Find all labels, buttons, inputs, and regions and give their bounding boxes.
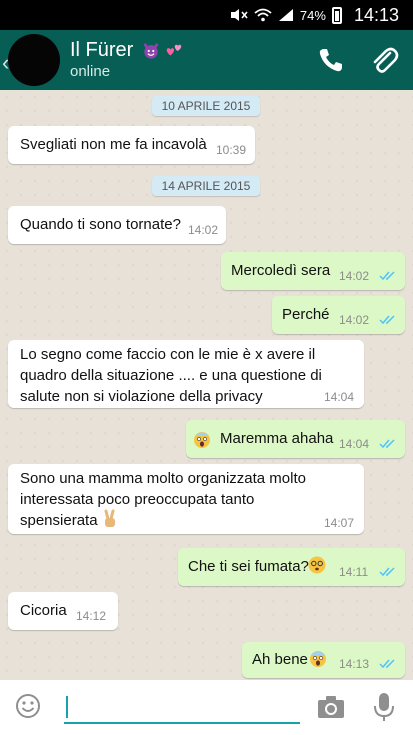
- message-text: Ah bene: [252, 651, 308, 668]
- message-text: Mercoledì sera: [231, 262, 331, 279]
- message-incoming[interactable]: Svegliati non me fa incavolà 10:39: [8, 126, 255, 164]
- message-time: 14:02: [188, 223, 219, 237]
- smiling-devil-emoji-icon: [143, 43, 159, 59]
- contact-name-row[interactable]: Il Fürer: [70, 39, 183, 62]
- message-text: Perché: [282, 306, 330, 323]
- message-outgoing[interactable]: Mercoledì sera 14:02: [221, 252, 405, 290]
- message-line: quadro della situazione .... e una quest…: [20, 367, 322, 384]
- message-input[interactable]: [64, 696, 300, 724]
- message-incoming[interactable]: Quando ti sono tornate? 14:02: [8, 206, 226, 244]
- phone-icon[interactable]: [316, 45, 346, 75]
- message-time: 14:04: [324, 390, 355, 404]
- compose-bar: [0, 680, 413, 735]
- wifi-icon: [254, 8, 272, 22]
- contact-name: Il Fürer: [70, 39, 134, 61]
- message-time: 14:04: [339, 437, 370, 451]
- message-incoming[interactable]: Sono una mamma molto organizzata molto i…: [8, 464, 364, 534]
- text-cursor: [66, 696, 68, 718]
- message-text: Cicoria: [20, 602, 67, 619]
- emoji-picker-icon[interactable]: [14, 692, 42, 720]
- read-receipt-icon: [379, 659, 395, 669]
- message-line: salute non si violazione della privacy: [20, 388, 263, 405]
- mute-icon: [230, 9, 248, 21]
- signal-icon: [278, 9, 293, 21]
- message-line: spensierata: [20, 512, 98, 529]
- victory-hand-emoji-icon: [104, 509, 115, 527]
- message-time: 14:02: [339, 269, 370, 283]
- read-receipt-icon: [379, 567, 395, 577]
- clock: 14:13: [353, 4, 399, 25]
- chat-header: ‹ Il Fürer online: [0, 30, 413, 90]
- message-time: 14:02: [339, 313, 370, 327]
- message-time: 10:39: [216, 143, 247, 157]
- date-separator: 10 APRILE 2015: [152, 96, 260, 116]
- message-text: Maremma ahaha: [220, 430, 334, 447]
- camera-icon[interactable]: [316, 694, 346, 720]
- message-outgoing[interactable]: Ah bene 14:13: [242, 642, 405, 678]
- contact-presence: online: [70, 63, 111, 80]
- message-time: 14:07: [324, 516, 355, 530]
- message-outgoing[interactable]: Perché 14:02: [272, 296, 405, 334]
- scream-emoji-icon: [194, 432, 210, 448]
- date-label: 10 APRILE 2015: [161, 99, 251, 113]
- message-text: Che ti sei fumata?: [188, 558, 309, 575]
- message-incoming[interactable]: Cicoria 14:12: [8, 592, 118, 630]
- paperclip-icon[interactable]: [368, 44, 400, 76]
- scream-emoji-icon: [310, 651, 326, 667]
- battery-icon: [331, 6, 342, 24]
- read-receipt-icon: [379, 439, 395, 449]
- message-line: Sono una mamma molto organizzata molto: [20, 470, 306, 487]
- message-incoming[interactable]: Lo segno come faccio con le mie è x aver…: [8, 340, 364, 408]
- message-line: interessata poco preoccupata tanto: [20, 491, 255, 508]
- date-label: 14 APRILE 2015: [161, 179, 251, 193]
- conversation[interactable]: 10 APRILE 2015 Svegliati non me fa incav…: [0, 90, 413, 680]
- date-separator: 14 APRILE 2015: [152, 176, 260, 196]
- status-icons: 74% 14:13: [230, 0, 399, 30]
- message-outgoing[interactable]: Maremma ahaha 14:04: [186, 420, 405, 458]
- message-outgoing[interactable]: Che ti sei fumata? 14:11: [178, 548, 405, 586]
- battery-percent: 74%: [299, 7, 326, 23]
- message-text: Svegliati non me fa incavolà: [20, 136, 207, 153]
- avatar[interactable]: [8, 34, 60, 86]
- microphone-icon[interactable]: [372, 692, 396, 722]
- status-bar: 74% 14:13: [0, 0, 413, 30]
- message-text: Quando ti sono tornate?: [20, 216, 181, 233]
- dizzy-face-emoji-icon: [308, 556, 326, 574]
- two-hearts-emoji-icon: [167, 44, 182, 56]
- read-receipt-icon: [379, 315, 395, 325]
- read-receipt-icon: [379, 271, 395, 281]
- message-time: 14:13: [339, 657, 370, 671]
- message-line: Lo segno come faccio con le mie è x aver…: [20, 346, 316, 363]
- message-time: 14:12: [76, 609, 107, 623]
- message-time: 14:11: [339, 565, 369, 579]
